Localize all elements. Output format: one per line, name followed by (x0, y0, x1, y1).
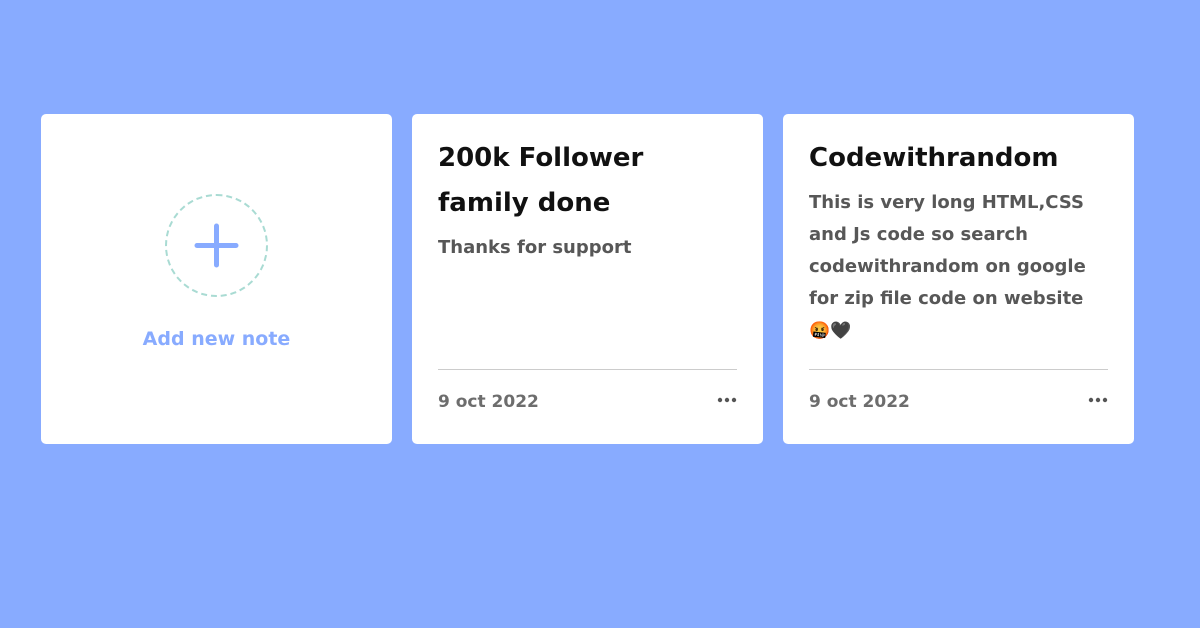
add-note-card[interactable]: Add new note (41, 114, 392, 444)
note-card: Codewithrandom This is very long HTML,CS… (783, 114, 1134, 444)
add-note-label: Add new note (142, 328, 291, 350)
note-date: 9 oct 2022 (438, 392, 539, 412)
note-divider (438, 369, 737, 370)
note-menu-button[interactable] (715, 390, 739, 410)
note-description: Thanks for support (438, 237, 632, 258)
note-divider (809, 369, 1108, 370)
add-note-circle[interactable] (165, 194, 268, 297)
note-description: This is very long HTML,CSS and Js code s… (809, 187, 1099, 347)
more-horizontal-icon (717, 397, 737, 403)
note-title: 200k Follower family done (438, 143, 644, 218)
note-description-text: This is very long HTML,CSS and Js code s… (809, 192, 1086, 309)
more-horizontal-icon (1088, 397, 1108, 403)
note-menu-button[interactable] (1086, 390, 1110, 410)
angry-face-emoji: 🤬 (809, 321, 831, 341)
note-title: Codewithrandom (809, 143, 1059, 173)
note-card: 200k Follower family done Thanks for sup… (412, 114, 763, 444)
note-date: 9 oct 2022 (809, 392, 910, 412)
black-heart-emoji: 🖤 (830, 321, 852, 341)
add-note-button[interactable]: Add new note (41, 114, 392, 444)
plus-icon (194, 223, 239, 268)
